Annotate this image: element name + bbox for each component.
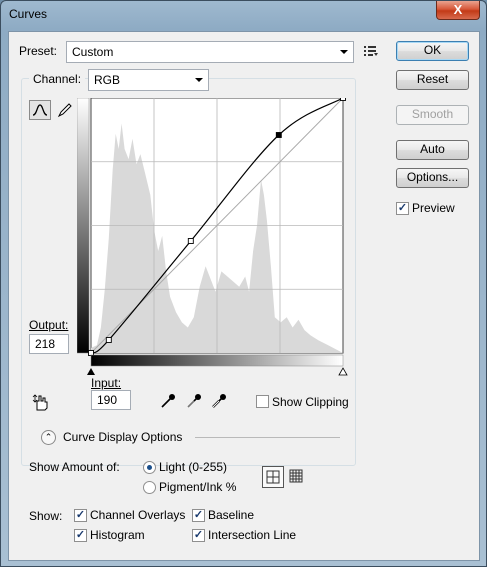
chevron-down-icon xyxy=(340,50,348,54)
preset-options-icon[interactable] xyxy=(364,45,378,57)
preview-checkbox[interactable]: ✓ xyxy=(396,202,409,215)
show-clipping-checkbox[interactable] xyxy=(256,395,269,408)
curve-point-icon xyxy=(32,104,48,116)
output-value: 218 xyxy=(35,337,56,351)
intersection-line-checkbox[interactable]: ✓ xyxy=(192,529,205,542)
white-eyedropper-icon[interactable] xyxy=(210,392,228,410)
smooth-button[interactable]: Smooth xyxy=(396,105,469,125)
gray-eyedropper-icon[interactable] xyxy=(185,392,203,410)
channel-overlays-label: Channel Overlays xyxy=(90,508,186,522)
input-gradient-bar xyxy=(90,354,344,367)
output-gradient-bar xyxy=(77,98,90,354)
pigment-radio-label: Pigment/Ink % xyxy=(159,480,237,494)
baseline-checkbox[interactable]: ✓ xyxy=(192,509,205,522)
preview-label: Preview xyxy=(412,201,455,215)
curve-control-point[interactable] xyxy=(187,238,194,244)
close-icon: X xyxy=(453,2,463,17)
pencil-tool[interactable] xyxy=(54,100,76,120)
channel-value: RGB xyxy=(94,73,121,87)
light-radio-label: Light (0-255) xyxy=(159,460,228,474)
close-button[interactable]: X xyxy=(436,1,480,20)
channel-overlays-checkbox[interactable]: ✓ xyxy=(74,509,87,522)
on-image-adjust-icon[interactable] xyxy=(31,392,53,412)
histogram-checkbox[interactable]: ✓ xyxy=(74,529,87,542)
pigment-radio[interactable] xyxy=(143,481,156,494)
grid-10-icon[interactable] xyxy=(289,469,305,485)
black-point-slider[interactable] xyxy=(87,368,95,375)
preset-value: Custom xyxy=(72,45,114,59)
section-divider xyxy=(195,437,340,438)
reset-button[interactable]: Reset xyxy=(396,70,469,90)
dialog-body: Preset: Custom OK Reset Smooth Auto Opti… xyxy=(8,31,480,561)
curves-dialog: Curves X Preset: Custom OK Reset Smooth … xyxy=(0,0,487,567)
curve-control-point[interactable] xyxy=(105,337,112,343)
input-label: Input: xyxy=(91,376,122,390)
expand-toggle[interactable]: ⌃ xyxy=(41,430,56,445)
channel-label: Channel: xyxy=(29,72,86,86)
grid-4-icon xyxy=(266,470,280,484)
preset-label: Preset: xyxy=(19,44,58,58)
white-point-slider[interactable] xyxy=(338,367,348,376)
curve-control-point[interactable] xyxy=(340,98,346,101)
title-bar[interactable]: Curves X xyxy=(1,1,486,31)
chevron-up-icon: ⌃ xyxy=(44,432,53,442)
show-label: Show: xyxy=(29,509,63,523)
show-clipping-label: Show Clipping xyxy=(272,395,349,409)
output-field[interactable]: 218 xyxy=(29,334,69,354)
options-button[interactable]: Options... xyxy=(396,168,469,188)
input-field[interactable]: 190 xyxy=(91,390,131,410)
light-radio[interactable] xyxy=(143,461,156,474)
curve-control-point[interactable] xyxy=(275,132,282,138)
histogram-label: Histogram xyxy=(90,528,145,542)
preset-dropdown[interactable]: Custom xyxy=(66,41,354,63)
chevron-down-icon xyxy=(195,78,203,82)
black-eyedropper-icon[interactable] xyxy=(159,392,177,410)
auto-button[interactable]: Auto xyxy=(396,140,469,160)
ok-button[interactable]: OK xyxy=(396,41,469,61)
baseline-label: Baseline xyxy=(208,508,255,522)
window-title: Curves xyxy=(9,7,48,21)
curve-tool[interactable] xyxy=(29,100,51,120)
intersection-line-label: Intersection Line xyxy=(208,528,297,542)
input-value: 190 xyxy=(97,393,118,407)
simple-grid-button[interactable] xyxy=(262,466,284,488)
output-label: Output: xyxy=(29,318,69,332)
pencil-icon xyxy=(57,103,72,118)
curve-graph[interactable] xyxy=(77,98,349,378)
channel-dropdown[interactable]: RGB xyxy=(88,69,209,91)
curve-display-options-label: Curve Display Options xyxy=(63,430,183,444)
show-amount-label: Show Amount of: xyxy=(29,460,120,474)
